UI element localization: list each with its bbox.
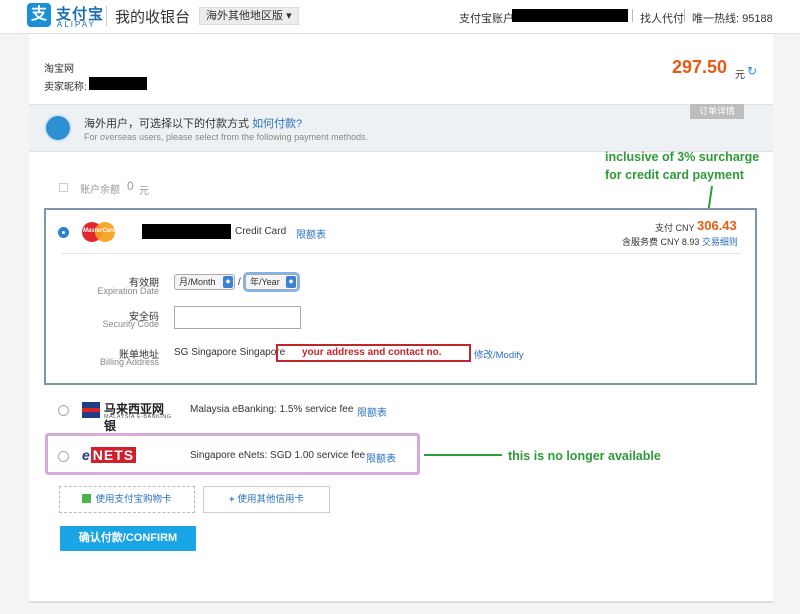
use-gift-card-button[interactable]: 使用支付宝购物卡 [59,486,195,513]
expiry-year-select[interactable]: 年/Year ◆ [243,272,300,292]
malaysia-logo-en: MALAYSIA E-BANKING [104,414,172,420]
expiry-label-en: Expiration Date [97,286,159,296]
month-select-value: 月/Month [179,277,216,287]
header-separator [632,9,633,22]
order-amount: 297.50 [672,57,728,77]
order-detail-tab[interactable]: 订单详情 [690,104,744,119]
balance-label: 账户余额 [80,185,120,196]
service-fee-text: 含服务费 CNY 8.93 交易细则 [622,235,738,248]
alipay-logo-en: ALIPAY [57,20,96,29]
modify-address-link[interactable]: 修改/Modify [474,347,524,361]
credit-card-label: Credit Card [235,226,287,237]
malaysia-limit-link[interactable]: 限额表 [357,404,387,419]
credit-card-limit-link[interactable]: 限额表 [296,226,326,241]
redacted-account [512,9,628,22]
transaction-terms-link[interactable]: 交易细则 [702,237,738,247]
surcharge-annotation-1: inclusive of 3% surcharge [605,150,760,164]
surcharge-annotation-2: for credit card payment [605,168,744,182]
how-to-pay-link[interactable]: 如何付款? [252,118,302,130]
fee-text: 含服务费 CNY 8.93 [622,237,700,247]
address-annotation: your address and contact no. [302,347,442,358]
credit-card-radio[interactable] [58,227,69,238]
pay-label: 支付 CNY [655,223,695,233]
enets-annotation: this is no longer available [508,449,661,463]
intro-text-en: For overseas users, please select from t… [84,132,369,142]
footer-divider [29,601,773,603]
security-code-input[interactable] [174,306,301,329]
intro-text-cn: 海外用户，可选择以下的付款方式 如何付款? [84,115,302,131]
globe-icon [44,114,72,142]
malaysia-ebanking-logo: 马来西亚网银 MALAYSIA E-BANKING [82,400,174,433]
card-divider [62,253,741,254]
billing-address-label-en: Billing Address [99,357,159,367]
pay-amount: 306.43 [697,218,737,233]
region-select[interactable]: 海外其他地区版 ▾ [199,7,299,25]
top-header: 支 支付宝 ALIPAY 我的收银台 海外其他地区版 ▾ 支付宝账户: 找人代付… [0,0,800,34]
mastercard-icon: MasterCard [82,222,116,242]
mastercard-logo-text: MasterCard [83,228,117,234]
amount-unit: 元 [735,70,745,81]
header-divider [106,6,107,26]
use-other-card-button[interactable]: + 使用其他信用卡 [203,486,330,513]
chevron-updown-icon: ◆ [223,276,233,288]
balance-value: 0 [127,179,134,193]
billing-address-value: SG Singapore Singapore [174,347,286,358]
alipay-logo-icon[interactable]: 支 [27,3,51,27]
enets-logo-text: NETS [90,447,137,463]
region-label: 海外其他地区版 [206,10,283,22]
seller-label: 卖家昵称: [44,82,87,93]
enets-limit-link[interactable]: 限额表 [366,450,396,465]
account-label: 支付宝账户: [459,13,518,25]
chevron-updown-icon: ◆ [286,276,296,288]
enets-radio[interactable] [58,451,69,462]
cashier-page: 支 支付宝 ALIPAY 我的收银台 海外其他地区版 ▾ 支付宝账户: 找人代付… [0,0,800,614]
expiry-month-select[interactable]: 月/Month ◆ [174,274,235,290]
enets-desc: Singapore eNets: SGD 1.00 service fee [190,450,366,461]
redacted-card-name [142,224,231,239]
redacted-seller [89,77,147,90]
malaysia-ebanking-radio[interactable] [58,405,69,416]
balance-checkbox[interactable] [59,183,68,192]
confirm-payment-button[interactable]: 确认付款/CONFIRM [60,526,196,551]
balance-unit: 元 [139,186,149,197]
security-code-label-en: Security Code [102,319,159,329]
enets-annotation-line [424,454,502,456]
merchant-name: 淘宝网 [44,64,74,75]
plus-icon: + [228,494,235,505]
enets-logo-e: e [82,447,91,463]
malaysia-ebanking-desc: Malaysia eBanking: 1.5% service fee [190,404,354,415]
page-title: 我的收银台 [115,9,191,26]
refresh-icon[interactable]: ↻ [747,64,757,78]
year-select-value: 年/Year [250,277,280,287]
intro-text: 海外用户，可选择以下的付款方式 [84,118,249,130]
chevron-down-icon: ▾ [286,10,292,22]
gift-card-icon [82,494,92,503]
gift-card-label: 使用支付宝购物卡 [95,494,172,505]
enets-logo: e NETS [82,447,137,463]
other-card-label: 使用其他信用卡 [237,494,305,505]
expiry-slash: / [238,277,241,288]
header-separator [684,9,685,22]
find-proxy-link[interactable]: 找人代付 [640,10,684,26]
malaysia-flag-icon [82,402,100,418]
hotline-text: 唯一热线: 95188 [692,13,773,25]
